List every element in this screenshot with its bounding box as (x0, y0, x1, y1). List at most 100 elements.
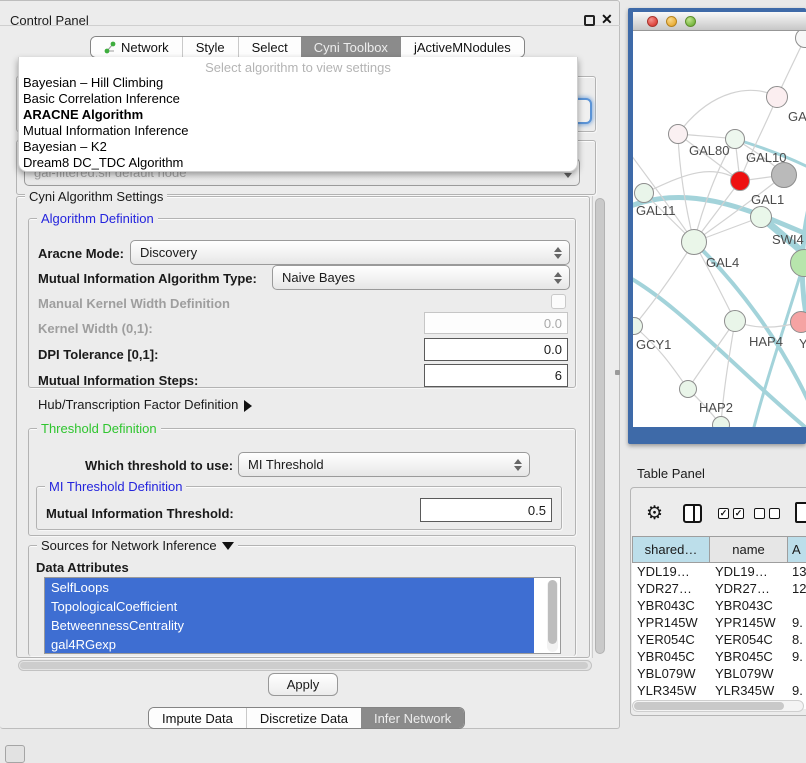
node-table: shared… name A YDL19…YDL19…13 YDR27…YDR2… (632, 536, 806, 709)
tab-jactivemnodules-label: jActiveMNodules (414, 40, 511, 55)
deselect-checkbox-icon[interactable] (754, 508, 765, 519)
column-header-partial[interactable]: A (788, 536, 806, 563)
menu-item-mutual-information[interactable]: Mutual Information Inference (19, 123, 577, 139)
dpi-tolerance-value: 0.0 (544, 342, 562, 357)
mi-steps-field[interactable]: 6 (424, 364, 568, 387)
tab-cyni-toolbox[interactable]: Cyni Toolbox (301, 37, 401, 57)
close-panel-icon[interactable]: ✕ (601, 11, 613, 28)
tab-discretize-data[interactable]: Discretize Data (247, 708, 361, 728)
tab-jactivemnodules[interactable]: jActiveMNodules (401, 37, 524, 57)
manual-kernel-label: Manual Kernel Width Definition (38, 296, 230, 311)
node-label-hap4: HAP4 (749, 334, 783, 349)
node-swi4[interactable] (750, 206, 772, 228)
table-header: shared… name A (632, 536, 806, 563)
which-threshold-select[interactable]: MI Threshold (238, 452, 530, 477)
attr-item-topologicalcoefficient[interactable]: TopologicalCoefficient (45, 597, 534, 616)
tab-select[interactable]: Select (239, 37, 301, 57)
network-window-titlebar[interactable] (633, 12, 806, 31)
mi-steps-label: Mutual Information Steps: (38, 373, 198, 388)
columns-icon[interactable] (683, 504, 702, 523)
minimize-window-icon[interactable] (666, 16, 677, 27)
float-window-icon[interactable] (584, 15, 595, 26)
column-header-name[interactable]: name (710, 536, 788, 563)
panel-title: Control Panel (10, 13, 89, 28)
gear-icon[interactable]: ⚙ (646, 502, 663, 525)
tab-network[interactable]: Network (91, 37, 183, 57)
kernel-width-field[interactable]: 0.0 (424, 312, 568, 334)
node-gal1-red[interactable] (730, 171, 750, 191)
menu-item-bayesian-k2[interactable]: Bayesian – K2 (19, 139, 577, 155)
menu-item-aracne[interactable]: ARACNE Algorithm (19, 107, 577, 123)
column-header-shared[interactable]: shared… (632, 536, 710, 563)
attr-item-betweennesscentrality[interactable]: BetweennessCentrality (45, 616, 534, 635)
tab-style[interactable]: Style (183, 37, 239, 57)
combo-arrows-icon (554, 247, 562, 259)
node-label-swi4: SWI4 (772, 232, 804, 247)
node-hap2[interactable] (679, 380, 697, 398)
collapse-down-icon (222, 542, 234, 550)
table-row[interactable]: YBR043CYBR043C (632, 597, 806, 614)
table-horizontal-scrollbar[interactable] (632, 700, 804, 712)
tab-infer-network-label: Infer Network (374, 711, 451, 726)
table-toolbar: ⚙ ✓ ✓ (630, 500, 806, 530)
control-panel-titlebar (0, 0, 620, 26)
tab-discretize-data-label: Discretize Data (260, 711, 348, 726)
table-row[interactable]: YPR145WYPR145W9. (632, 614, 806, 631)
algorithm-definition-title: Algorithm Definition (37, 211, 158, 226)
panel-divider-handle[interactable] (615, 370, 620, 375)
dpi-tolerance-field[interactable]: 0.0 (424, 338, 568, 361)
apply-button[interactable]: Apply (268, 673, 338, 696)
sources-title: Sources for Network Inference (37, 538, 238, 553)
dpi-tolerance-label: DPI Tolerance [0,1]: (38, 347, 158, 362)
node-label-y: Y (799, 336, 806, 351)
select-all-checkbox-icon[interactable]: ✓ (718, 508, 729, 519)
mi-threshold-field[interactable]: 0.5 (420, 498, 552, 522)
zoom-window-icon[interactable] (685, 16, 696, 27)
table-row[interactable]: YBL079WYBL079W (632, 665, 806, 682)
node-gal80[interactable] (668, 124, 688, 144)
close-window-icon[interactable] (647, 16, 658, 27)
table-row[interactable]: YBR045CYBR045C9. (632, 648, 806, 665)
network-canvas[interactable]: GAL GAL80 GAL10 GAL1 GAL11 SWI4 GAL4 GCY… (633, 31, 806, 427)
table-row[interactable]: YDR27…YDR27…12 (632, 580, 806, 597)
bottom-grip-icon[interactable] (5, 745, 25, 763)
node-salmon[interactable] (790, 311, 806, 333)
data-attributes-label: Data Attributes (36, 560, 129, 575)
attr-list-scrollbar[interactable] (547, 580, 558, 652)
tab-impute-data-label: Impute Data (162, 711, 233, 726)
menu-item-dream8[interactable]: Dream8 DC_TDC Algorithm (19, 155, 577, 171)
node-hap4[interactable] (724, 310, 746, 332)
tab-infer-network[interactable]: Infer Network (361, 708, 464, 728)
node-gal11[interactable] (634, 183, 654, 203)
menu-item-bayesian-hill-climbing[interactable]: Bayesian – Hill Climbing (19, 75, 577, 91)
settings-vertical-scrollbar[interactable] (592, 196, 605, 658)
menu-item-basic-correlation[interactable]: Basic Correlation Inference (19, 91, 577, 107)
data-attributes-list[interactable]: SelfLoops TopologicalCoefficient Between… (44, 577, 561, 654)
node-unlabeled-bottom[interactable] (712, 416, 730, 427)
which-threshold-value: MI Threshold (248, 457, 324, 472)
manual-kernel-checkbox[interactable] (551, 294, 566, 309)
mi-type-label: Mutual Information Algorithm Type: (38, 271, 257, 286)
table-row[interactable]: YER054CYER054C8. (632, 631, 806, 648)
export-table-icon[interactable] (795, 502, 806, 523)
attr-item-selfloops[interactable]: SelfLoops (45, 578, 534, 597)
select-all-checkbox-icon-2[interactable]: ✓ (733, 508, 744, 519)
combo-arrows-icon (554, 272, 562, 284)
table-row[interactable]: YDL19…YDL19…13 (632, 563, 806, 580)
cyni-bottom-tabs: Impute Data Discretize Data Infer Networ… (148, 707, 465, 729)
deselect-checkbox-icon-2[interactable] (769, 508, 780, 519)
attr-item-gal4rgexp[interactable]: gal4RGexp (45, 635, 534, 654)
tab-impute-data[interactable]: Impute Data (149, 708, 247, 728)
hub-definition-expander[interactable]: Hub/Transcription Factor Definition (38, 397, 252, 412)
aracne-mode-select[interactable]: Discovery (130, 240, 570, 265)
settings-horizontal-scrollbar[interactable] (18, 660, 592, 671)
mi-type-select[interactable]: Naive Bayes (272, 265, 570, 290)
node-gal-partial[interactable] (766, 86, 788, 108)
node-label-gal10: GAL10 (746, 150, 786, 165)
tab-style-label: Style (196, 40, 225, 55)
algorithm-dropdown-popup: Select algorithm to view settings Bayesi… (18, 57, 578, 172)
node-gal4[interactable] (681, 229, 707, 255)
node-gray[interactable] (771, 162, 797, 188)
node-label-hap2: HAP2 (699, 400, 733, 415)
table-row[interactable]: YLR345WYLR345W9. (632, 682, 806, 699)
